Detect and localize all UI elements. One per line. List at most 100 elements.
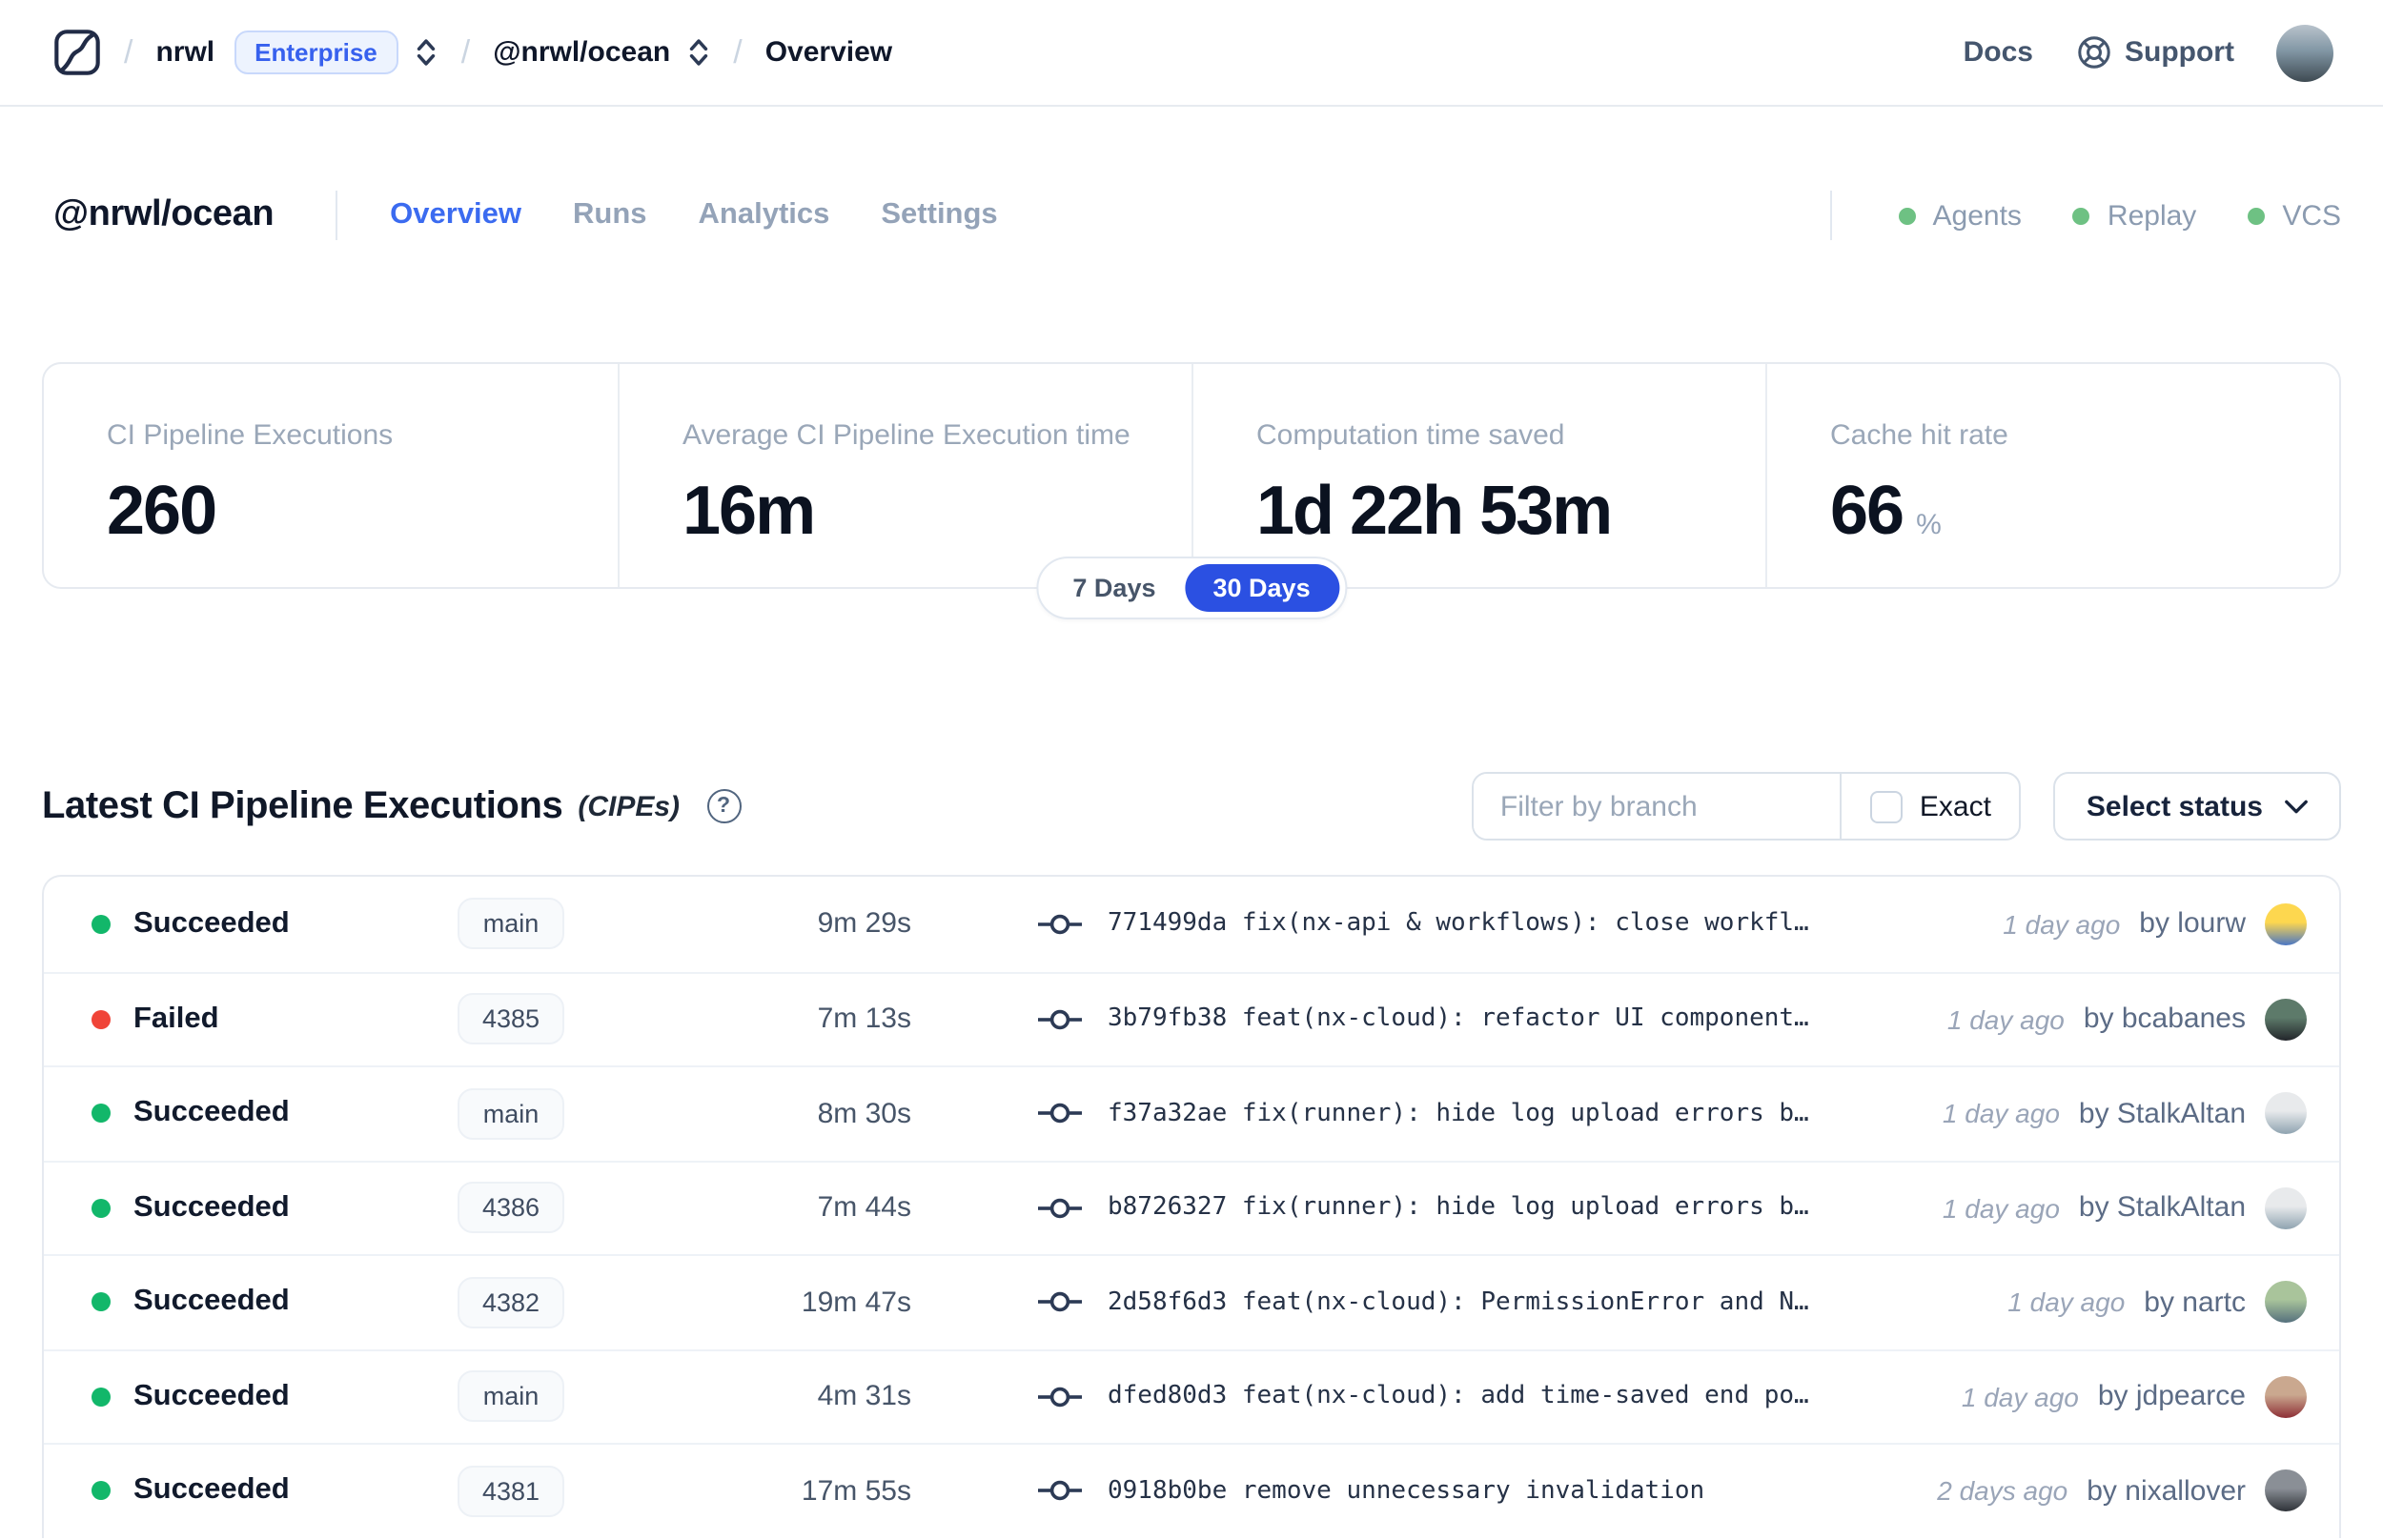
run-status-label: Succeeded [133, 1285, 290, 1318]
branch-badge[interactable]: main [458, 1087, 564, 1140]
branch-badge[interactable]: 4382 [457, 1276, 565, 1328]
cipe-table-row[interactable]: Succeeded main 4m 31s dfed80d3 feat(nx-c… [44, 1348, 2339, 1443]
cipe-table-row[interactable]: Succeeded 4386 7m 44s b8726327 fix(runne… [44, 1160, 2339, 1254]
commit-message[interactable]: 0918b0be remove unnecessary invalidation [1108, 1477, 1704, 1506]
branch-badge[interactable]: main [458, 898, 564, 950]
commit-message[interactable]: b8726327 fix(runner): hide log upload er… [1108, 1194, 1809, 1223]
cipe-table-row[interactable]: Succeeded main 9m 29s 771499da fix(nx-ap… [44, 877, 2339, 971]
git-commit-icon [1037, 1478, 1083, 1505]
breadcrumb-separator: / [124, 33, 133, 70]
tab-overview[interactable]: Overview [390, 198, 521, 233]
cipe-table-row[interactable]: Succeeded 4382 19m 47s 2d58f6d3 feat(nx-… [44, 1254, 2339, 1348]
docs-link[interactable]: Docs [1964, 36, 2033, 69]
workspace-tabs: Overview Runs Analytics Settings [390, 198, 998, 233]
run-status-label: Failed [133, 1002, 219, 1035]
run-status-label: Succeeded [133, 1379, 290, 1412]
breadcrumb-workspace[interactable]: @nrwl/ocean [493, 36, 670, 69]
run-duration: 7m 44s [817, 1191, 911, 1225]
branch-badge[interactable]: 4385 [457, 993, 565, 1045]
author-avatar[interactable] [2265, 902, 2307, 945]
run-time-ago: 1 day ago [1942, 1192, 2060, 1224]
branch-badge[interactable]: main [458, 1370, 564, 1423]
cipe-table-row[interactable]: Succeeded 4381 17m 55s 0918b0be remove u… [44, 1443, 2339, 1537]
support-lifebuoy-icon [2075, 34, 2111, 71]
run-duration: 8m 30s [817, 1097, 911, 1130]
nx-cloud-logo-icon[interactable] [53, 29, 101, 76]
cipe-table: Succeeded main 9m 29s 771499da fix(nx-ap… [42, 875, 2341, 1537]
stat-value: 16m [682, 471, 816, 549]
branch-badge[interactable]: 4386 [457, 1182, 565, 1234]
author-avatar[interactable] [2265, 1092, 2307, 1135]
user-avatar[interactable] [2276, 24, 2333, 81]
commit-message[interactable]: dfed80d3 feat(nx-cloud): add time-saved … [1108, 1383, 1809, 1411]
tab-runs[interactable]: Runs [573, 198, 647, 233]
range-30-days-button[interactable]: 30 Days [1184, 564, 1339, 612]
branch-filter-group: Exact [1471, 772, 2022, 841]
workspace-title: @nrwl/ocean [53, 194, 275, 234]
tab-settings[interactable]: Settings [881, 198, 997, 233]
author-avatar[interactable] [2265, 1186, 2307, 1229]
run-time-ago: 1 day ago [1961, 1381, 2079, 1412]
run-duration: 4m 31s [817, 1380, 911, 1413]
run-author: by StalkAltan [2078, 1191, 2246, 1225]
run-status-label: Succeeded [133, 1096, 290, 1129]
run-duration: 17m 55s [801, 1474, 911, 1508]
service-label: Replay [2107, 199, 2197, 232]
stat-label: Computation time saved [1256, 419, 1565, 452]
cipe-table-row[interactable]: Failed 4385 7m 13s 3b79fb38 feat(nx-clou… [44, 971, 2339, 1065]
status-select-dropdown[interactable]: Select status [2053, 772, 2341, 841]
run-author: by lourw [2139, 907, 2246, 941]
divider [335, 191, 337, 240]
exact-label: Exact [1919, 790, 1991, 822]
run-author: by jdpearce [2097, 1380, 2246, 1413]
run-status-label: Succeeded [133, 1190, 290, 1224]
run-status-dot-icon [92, 1009, 111, 1029]
commit-message[interactable]: f37a32ae fix(runner): hide log upload er… [1108, 1100, 1809, 1128]
stat-label: Average CI Pipeline Execution time [682, 419, 1130, 452]
run-duration: 9m 29s [817, 907, 911, 941]
git-commit-icon [1037, 1006, 1083, 1033]
run-status-dot-icon [92, 1198, 111, 1218]
breadcrumb-page: Overview [764, 36, 893, 69]
commit-message[interactable]: 3b79fb38 feat(nx-cloud): refactor UI com… [1108, 1005, 1809, 1034]
commit-message[interactable]: 2d58f6d3 feat(nx-cloud): PermissionError… [1108, 1288, 1809, 1317]
topbar: / nrwl Enterprise / @nrwl/ocean / Overvi… [0, 0, 2383, 107]
tab-analytics[interactable]: Analytics [699, 198, 830, 233]
workspace-header: @nrwl/ocean Overview Runs Analytics Sett… [53, 187, 2341, 244]
stat-card-time-saved: Computation time saved 1d 22h 53m [1192, 364, 1765, 587]
help-icon[interactable]: ? [706, 789, 742, 823]
git-commit-icon [1037, 1195, 1083, 1222]
run-author: by nixallover [2087, 1474, 2246, 1508]
support-link[interactable]: Support [2075, 34, 2234, 71]
section-title: Latest CI Pipeline Executions [42, 784, 563, 826]
range-7-days-button[interactable]: 7 Days [1044, 564, 1184, 612]
stat-card-avg-execution-time: Average CI Pipeline Execution time 16m [618, 364, 1192, 587]
breadcrumb-org[interactable]: nrwl [155, 36, 214, 69]
stat-value: 66 [1830, 471, 1904, 549]
branch-filter-input[interactable] [1473, 774, 1840, 839]
stat-value: 260 [107, 471, 217, 549]
cipe-table-row[interactable]: Succeeded main 8m 30s f37a32ae fix(runne… [44, 1065, 2339, 1160]
run-time-ago: 1 day ago [1942, 1098, 2060, 1129]
org-switcher-chevrons-icon[interactable] [414, 34, 438, 71]
stats-section: CI Pipeline Executions 260 Average CI Pi… [42, 362, 2341, 619]
git-commit-icon [1037, 1384, 1083, 1410]
workspace-switcher-chevrons-icon[interactable] [685, 34, 710, 71]
exact-match-toggle[interactable]: Exact [1839, 774, 2020, 839]
divider [1829, 191, 1832, 240]
exact-checkbox[interactable] [1869, 790, 1903, 822]
stat-cards: CI Pipeline Executions 260 Average CI Pi… [42, 362, 2341, 589]
run-status-dot-icon [92, 1104, 111, 1124]
service-status-replay[interactable]: Replay [2072, 199, 2197, 232]
author-avatar[interactable] [2265, 1469, 2307, 1512]
commit-message[interactable]: 771499da fix(nx-api & workflows): close … [1108, 910, 1809, 939]
author-avatar[interactable] [2265, 998, 2307, 1041]
chevron-down-icon [2284, 798, 2309, 815]
service-label: VCS [2282, 199, 2341, 232]
service-status-vcs[interactable]: VCS [2248, 199, 2341, 232]
stat-value: 1d 22h 53m [1256, 471, 1613, 549]
service-status-agents[interactable]: Agents [1898, 199, 2022, 232]
author-avatar[interactable] [2265, 1375, 2307, 1418]
author-avatar[interactable] [2265, 1281, 2307, 1324]
branch-badge[interactable]: 4381 [457, 1465, 565, 1517]
